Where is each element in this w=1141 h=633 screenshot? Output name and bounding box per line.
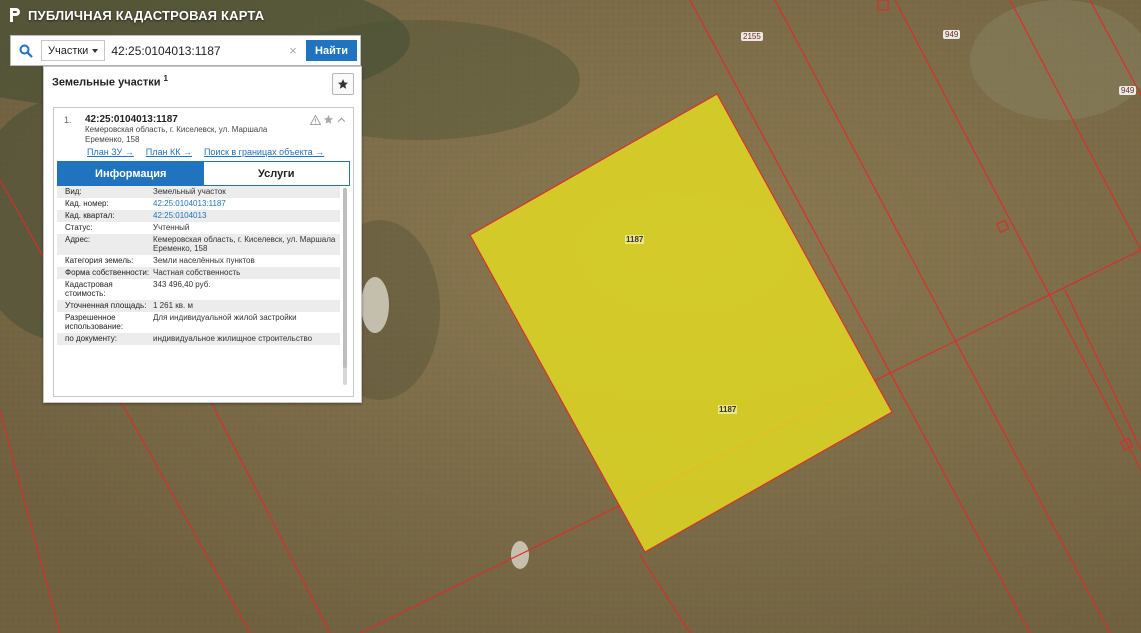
info-value: 1 261 кв. м <box>153 301 193 310</box>
item-links: План ЗУ → План КК → Поиск в границах объ… <box>87 147 324 157</box>
info-row: Кад. квартал: 42:25:0104013 <box>57 210 340 222</box>
find-button[interactable]: Найти <box>306 40 357 61</box>
info-row: Разрешенное использование: Для индивидуал… <box>57 312 340 333</box>
favorite-button[interactable] <box>332 73 354 95</box>
info-key: Категория земель: <box>65 256 134 265</box>
info-value-link[interactable]: 42:25:0104013 <box>153 211 340 220</box>
info-row: Кадастровая стоимость: 343 496,40 руб. <box>57 279 340 300</box>
info-row: Кад. номер: 42:25:0104013:1187 <box>57 198 340 210</box>
info-row: Форма собственности: Частная собственност… <box>57 267 340 279</box>
star-icon[interactable] <box>323 114 334 125</box>
panel-title: Земельные участки 1 <box>52 74 168 89</box>
star-icon <box>338 79 348 89</box>
info-key: Вид: <box>65 187 82 196</box>
search-type-select[interactable]: Участки <box>41 40 106 61</box>
chevron-up-icon[interactable] <box>336 115 347 125</box>
info-value: 343 496,40 руб. <box>153 280 211 289</box>
info-key: Уточненная площадь: <box>65 301 147 310</box>
item-index: 1. <box>64 115 72 125</box>
info-scrollbar[interactable] <box>343 188 347 385</box>
chevron-down-icon <box>92 48 99 53</box>
item-actions <box>310 114 347 125</box>
info-value: Земельный участок <box>153 187 226 196</box>
info-value: Кемеровская область, г. Киселевск, ул. М… <box>153 235 336 253</box>
top-bar: ПУБЛИЧНАЯ КАДАСТРОВАЯ КАРТА <box>0 0 264 30</box>
info-value: индивидуальное жилищное строительство <box>153 334 313 343</box>
info-value-link[interactable]: 42:25:0104013:1187 <box>153 199 340 208</box>
item-address: Кемеровская область, г. Киселевск, ул. М… <box>85 125 268 144</box>
item-tabs: Информация Услуги <box>57 161 350 186</box>
info-row: Категория земель: Земли населённых пункто… <box>57 255 340 267</box>
info-key: Статус: <box>65 223 93 232</box>
search-icon[interactable] <box>11 36 41 65</box>
search-type-label: Участки <box>48 44 89 57</box>
info-value: Земли населённых пунктов <box>153 256 255 265</box>
search-input[interactable] <box>111 40 287 61</box>
link-plan-kk[interactable]: План КК → <box>146 147 192 157</box>
info-key: по документу: <box>65 334 117 343</box>
info-row: Статус: Учтенный <box>57 222 340 234</box>
info-row: Адрес: Кемеровская область, г. Киселевск,… <box>57 234 340 255</box>
info-key: Форма собственности: <box>65 268 150 277</box>
map-parcel-label: 949 <box>943 30 961 39</box>
info-row: по документу: индивидуальное жилищное стр… <box>57 333 340 345</box>
info-key: Кад. квартал: <box>65 211 115 220</box>
results-panel: Земельные участки 1 1. 42:25:0104013:118… <box>43 66 362 403</box>
info-key: Кадастровая стоимость: <box>65 280 113 298</box>
scrollbar-thumb[interactable] <box>343 188 347 368</box>
app-title: ПУБЛИЧНАЯ КАДАСТРОВАЯ КАРТА <box>28 7 265 23</box>
info-row: Вид: Земельный участок <box>57 186 340 198</box>
link-plan-zu[interactable]: План ЗУ → <box>87 147 134 157</box>
info-key: Кад. номер: <box>65 199 109 208</box>
info-table: Вид: Земельный участок Кад. номер: 42:25:0… <box>57 186 340 392</box>
info-value: Для индивидуальной жилой застройки <box>153 313 297 322</box>
info-key: Адрес: <box>65 235 91 244</box>
map-parcel-label: 949 <box>1119 86 1137 95</box>
parcel-card: 1. 42:25:0104013:1187 Кемеровская област… <box>53 107 354 397</box>
link-search-within[interactable]: Поиск в границах объекта → <box>204 147 324 157</box>
tab-services[interactable]: Услуги <box>203 162 349 185</box>
panel-title-text: Земельные участки <box>52 76 161 89</box>
tab-info[interactable]: Информация <box>58 162 204 185</box>
item-cad-number[interactable]: 42:25:0104013:1187 <box>85 114 178 125</box>
info-value: Учтенный <box>153 223 190 232</box>
light-patch <box>361 277 389 333</box>
map-parcel-label: 2155 <box>741 32 763 41</box>
selected-parcel-label: 1187 <box>625 235 645 244</box>
clear-icon[interactable]: × <box>286 43 300 58</box>
selected-parcel-label: 1187 <box>718 405 738 414</box>
result-count: 1 <box>163 74 168 83</box>
info-value: Частная собственность <box>153 268 241 277</box>
info-key: Разрешенное использование: <box>65 313 124 331</box>
info-row: Уточненная площадь: 1 261 кв. м <box>57 300 340 312</box>
search-bar: Участки × Найти <box>10 35 361 66</box>
warning-icon[interactable] <box>310 114 321 125</box>
rosreestr-logo-icon[interactable] <box>8 7 22 23</box>
